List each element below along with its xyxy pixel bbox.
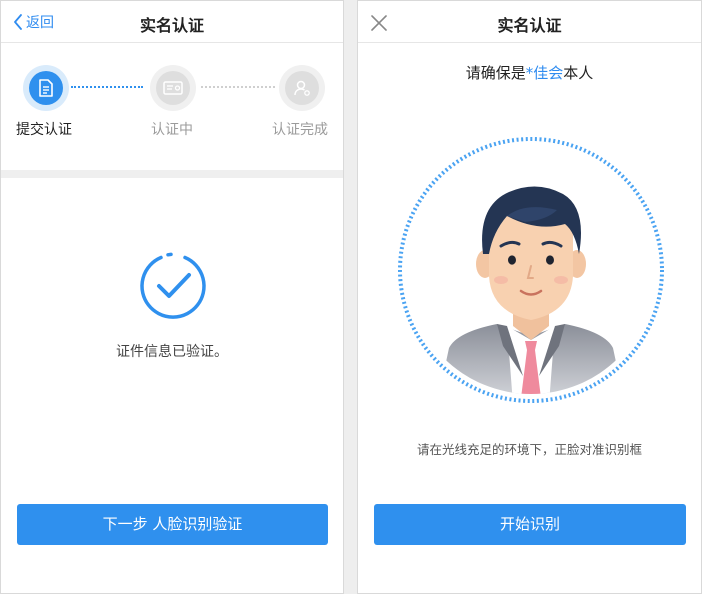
- progress-steps: 提交认证 认证中 认证完成: [1, 43, 343, 171]
- confirm-name: *佳会: [525, 64, 564, 82]
- start-recognition-button[interactable]: 开始识别: [374, 504, 686, 545]
- document-icon: [39, 79, 53, 97]
- section-divider: [1, 170, 343, 178]
- check-circle-icon: [138, 251, 208, 321]
- step-2-label: 认证中: [151, 122, 193, 138]
- confirm-prefix: 请确保是: [465, 64, 526, 82]
- step-connector-1: [71, 86, 143, 88]
- verified-message: 证件信息已验证。: [116, 344, 228, 360]
- step-3-indicator: [279, 65, 325, 111]
- page-title: 实名认证: [139, 16, 204, 35]
- navbar: 实名认证: [358, 1, 701, 43]
- user-check-icon: [294, 80, 310, 96]
- confirm-identity-text: 请确保是*佳会本人: [358, 62, 701, 83]
- step-3-label: 认证完成: [272, 122, 328, 138]
- confirm-suffix: 本人: [563, 64, 594, 82]
- identity-submit-screen: 返回 实名认证 提交认证 认证中 认证完成 证件信息已验证。 下一步 人脸识别验…: [0, 0, 344, 594]
- next-step-face-verify-button[interactable]: 下一步 人脸识别验证: [17, 504, 328, 545]
- page-title: 实名认证: [497, 16, 562, 35]
- face-frame: [397, 136, 665, 404]
- step-connector-2: [201, 86, 275, 88]
- navbar: 返回 实名认证: [1, 1, 343, 43]
- avatar-illustration: [407, 146, 655, 394]
- id-card-icon: [163, 81, 183, 95]
- face-recognition-screen: 实名认证 请确保是*佳会本人 请在光线充足的环境下，正脸对准识别框 开始识别: [357, 0, 702, 594]
- lighting-hint: 请在光线充足的环境下，正脸对准识别框: [416, 442, 642, 457]
- step-2-indicator: [150, 65, 196, 111]
- step-1-label: 提交认证: [16, 122, 72, 138]
- step-1-indicator: [23, 65, 69, 111]
